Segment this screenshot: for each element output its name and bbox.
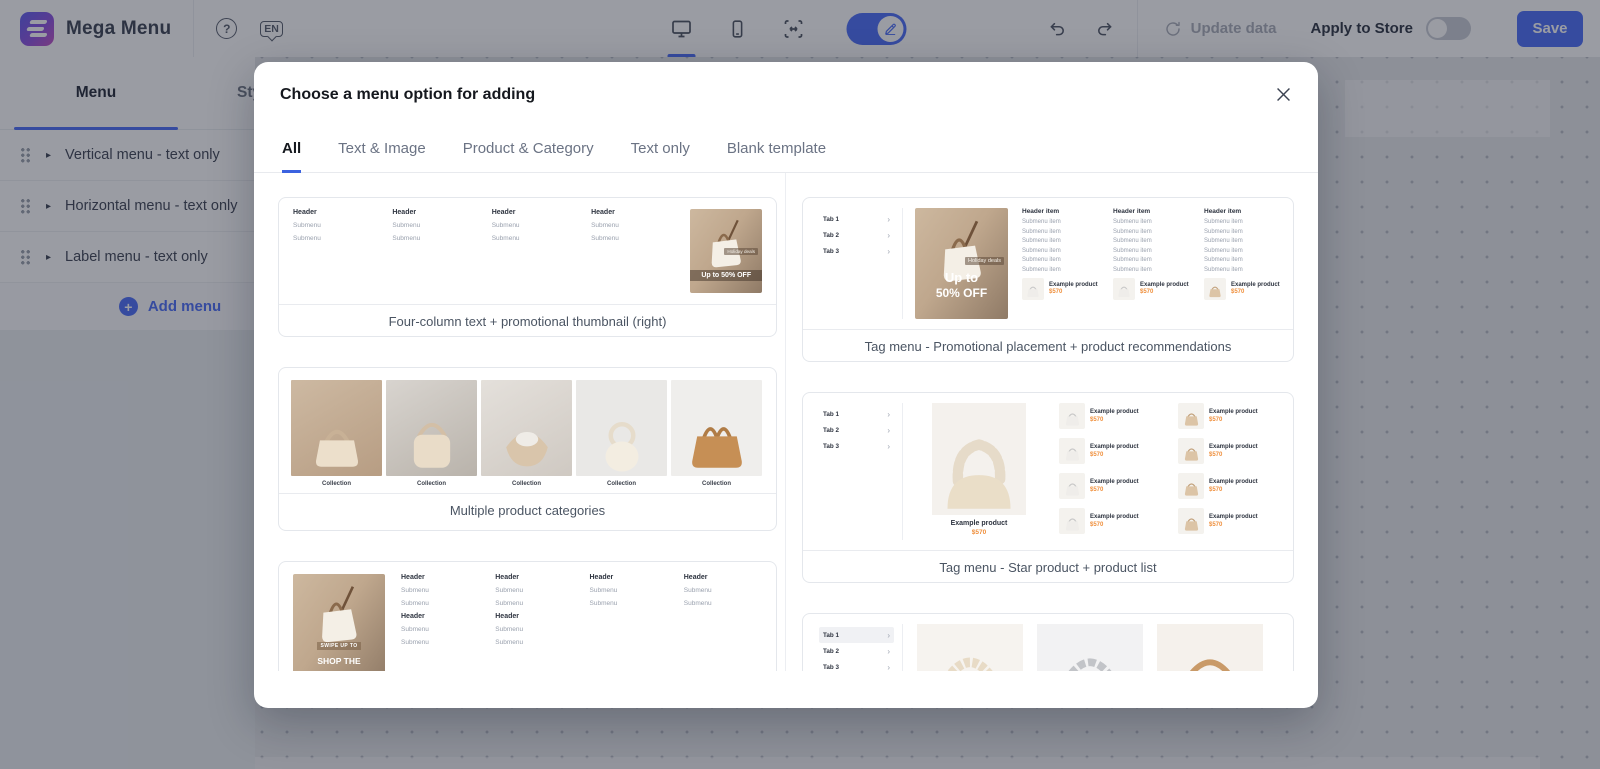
tag-list: Tab 1› Tab 2› Tab 3› [815,624,903,671]
product-thumb [1178,508,1204,534]
bag-image [1062,443,1083,464]
modal-tab-product-category[interactable]: Product & Category [463,140,594,173]
modal-title: Choose a menu option for adding [280,86,535,104]
bag-image [1115,282,1133,300]
template-list: HeaderSubmenuSubmenu HeaderSubmenuSubmen… [254,173,1318,671]
product-thumb [1178,438,1204,464]
promo-thumbnail: Holiday deals Up to 50% OFF [915,208,1008,319]
bag-image [1181,408,1202,429]
product-thumb [1178,473,1204,499]
product-thumb [1178,403,1204,429]
bag-image [1181,478,1202,499]
template-caption: Multiple product categories [279,493,776,526]
bag-image [495,412,559,476]
template-card-tag-menu[interactable]: Tab 1› Tab 2› Tab 3› [802,613,1294,671]
bag-image [1181,443,1202,464]
bag-image [1062,408,1083,429]
product-thumb [1059,438,1085,464]
column-divider [785,173,786,671]
star-product: Example product $570 [915,403,1043,540]
template-card-promo-left-text[interactable]: SWIPE UP TO SHOP THE SALE HeaderSubmenuS… [278,561,777,671]
template-card-four-column-promo[interactable]: HeaderSubmenuSubmenu HeaderSubmenuSubmen… [278,197,777,337]
product-thumb [1059,473,1085,499]
modal-tab-text-only[interactable]: Text only [631,140,690,173]
app-window: Mega Menu ? EN [0,0,1600,769]
bag-image [306,414,368,476]
product-thumb [1022,278,1044,300]
product-thumb [1059,508,1085,534]
bag-image [1024,282,1042,300]
bag-image [399,410,465,476]
product-image [917,624,1023,671]
template-card-tag-promo-recommendations[interactable]: Tab 1› Tab 2› Tab 3› Holiday deals Up to… [802,197,1294,362]
modal-tab-text-image[interactable]: Text & Image [338,140,426,173]
tag-list: Tab 1› Tab 2› Tab 3› [815,403,903,540]
tag-list: Tab 1› Tab 2› Tab 3› [815,208,903,319]
template-caption: Four-column text + promotional thumbnail… [279,304,776,337]
product-thumb [1113,278,1135,300]
template-card-product-categories[interactable]: Collection Collection Collection Collect… [278,367,777,531]
modal-tabs: All Text & Image Product & Category Text… [254,140,1318,173]
choose-menu-modal: Choose a menu option for adding All Text… [254,62,1318,708]
template-card-tag-star-product[interactable]: Tab 1› Tab 2› Tab 3› Example product $57… [802,392,1294,583]
product-image [1157,624,1263,671]
bag-image [937,431,1021,515]
bag-image [684,410,750,476]
bag-image [1062,478,1083,499]
bag-image [1181,513,1202,534]
modal-tab-all[interactable]: All [282,140,301,173]
product-thumb [1059,403,1085,429]
product-image [1037,624,1143,671]
template-caption: Tag menu - Promotional placement + produ… [803,329,1293,362]
promo-thumbnail: Holiday deals Up to 50% OFF [690,209,762,293]
template-caption: Tag menu - Star product + product list [803,550,1293,583]
bag-image [1206,282,1224,300]
promo-thumbnail: SWIPE UP TO SHOP THE SALE [293,574,385,671]
bag-image [1062,513,1083,534]
close-icon[interactable] [1275,86,1292,108]
product-thumb [1204,278,1226,300]
modal-tab-blank[interactable]: Blank template [727,140,826,173]
bag-image [592,416,652,476]
